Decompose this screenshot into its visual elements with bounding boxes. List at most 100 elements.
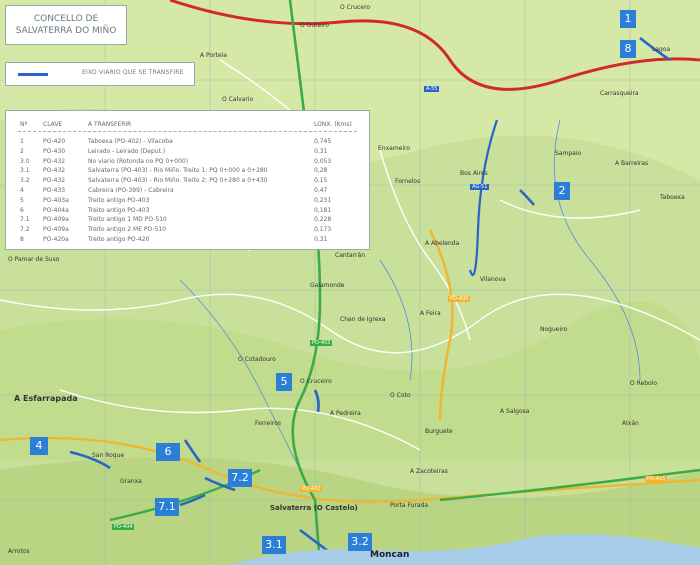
row-description: Leirado - Leirado (Deput.) <box>88 147 166 155</box>
row-clave: PO-432 <box>43 167 66 175</box>
row-length: 0,28 <box>314 167 328 175</box>
place-label: A Barreiras <box>615 160 649 167</box>
row-length: 0,15 <box>314 177 328 185</box>
place-label: O Calvario <box>222 96 254 103</box>
place-label: A Zacoteiras <box>410 468 448 475</box>
place-label: A Portela <box>200 52 227 59</box>
place-label: O Outeiro <box>300 22 329 29</box>
marker-2[interactable]: 2 <box>554 182 570 200</box>
row-length: 0,173 <box>314 226 332 234</box>
row-clave: PO-409a <box>43 226 69 234</box>
marker-7-1[interactable]: 7.1 <box>155 498 179 516</box>
road-label-po400: PO-400 <box>448 296 471 302</box>
row-clave: PO-430 <box>43 147 66 155</box>
transfer-table: Nº CLAVE A TRANSFERIR LONX. (Kms) 1 PO-42… <box>5 110 370 250</box>
row-number: 3.2 <box>20 177 30 185</box>
row-number: 3.0 <box>20 157 30 165</box>
row-clave: PO-420 <box>43 138 66 145</box>
place-label: Cantarrán <box>335 252 366 259</box>
table-divider <box>18 131 357 132</box>
header-clave: CLAVE <box>43 121 63 128</box>
road-label-a55: A-55 <box>424 86 440 92</box>
row-length: 0,228 <box>314 216 332 224</box>
legend-line-swatch <box>18 73 48 76</box>
place-label: A Salgosa <box>500 408 530 415</box>
table-row: 5 PO-403a Treito antigo PO-403 0,231 <box>6 197 369 206</box>
table-row: 6 PO-404a Treito antigo PO-403 0,181 <box>6 207 369 216</box>
road-label-po403: PO-403 <box>310 340 333 346</box>
place-label: Arrotos <box>8 548 30 555</box>
header-transferir: A TRANSFERIR <box>88 121 132 128</box>
row-number: 3.1 <box>20 167 30 175</box>
place-label: Sampaio <box>555 150 582 157</box>
row-description: No viario (Rotonda no PQ 0+000) <box>88 157 189 165</box>
place-label: A Feira <box>420 310 441 317</box>
place-label: Moncan <box>370 550 410 560</box>
row-number: 4 <box>20 187 24 194</box>
place-label: O Coto <box>390 392 411 399</box>
place-label: Vilanova <box>480 276 506 283</box>
marker-5[interactable]: 5 <box>276 373 292 391</box>
row-number: 1 <box>20 138 24 145</box>
road-label-po415: PO-415 <box>645 476 668 482</box>
table-row: 7.1 PO-409a Treito antigo 1 MD PO-510 0,228 <box>6 216 369 225</box>
table-row: 8 PO-420a Treito antigo PO-420 0,31 <box>6 236 369 245</box>
place-label: O Rebolo <box>630 380 658 387</box>
place-label: Lagoa <box>652 46 671 53</box>
marker-7-2[interactable]: 7.2 <box>228 469 252 487</box>
marker-8[interactable]: 8 <box>620 40 636 58</box>
place-label: O Cotadouro <box>238 356 276 363</box>
row-description: Salvaterra (PO-403) - Rio Miño. Treito 1… <box>88 167 268 175</box>
place-label: Granxa <box>120 478 142 485</box>
place-label: O Crucero <box>340 4 371 11</box>
header-number: Nº <box>20 121 28 128</box>
place-label: A Abelenda <box>425 240 460 247</box>
row-description: Cabreira (PO-399) - Cabreira <box>88 187 174 194</box>
row-description: Treito antigo 1 MD PO-510 <box>88 216 167 224</box>
row-length: 0,47 <box>314 187 328 194</box>
row-length: 0,745 <box>314 138 332 145</box>
row-clave: PO-420a <box>43 236 69 243</box>
marker-6[interactable]: 6 <box>156 443 180 461</box>
table-row: 4 PO-433 Cabreira (PO-399) - Cabreira 0,47 <box>6 187 369 196</box>
place-label: Galamonde <box>310 282 345 289</box>
place-label: O Cruceiro <box>300 378 332 385</box>
row-description: Treito antigo PO-403 <box>88 206 150 214</box>
place-label: Taboexa <box>660 194 685 201</box>
row-length: 0,181 <box>314 206 332 214</box>
table-row: 2 PO-430 Leirado - Leirado (Deput.) 0,31 <box>6 148 369 157</box>
row-clave: PO-403a <box>43 196 69 204</box>
marker-1[interactable]: 1 <box>620 10 636 28</box>
place-label: A Pedreira <box>330 410 361 417</box>
legend-label: EIXO VIARIO QUE SE TRANSFIRE <box>82 69 184 76</box>
place-label: Alxán <box>622 420 639 427</box>
row-description: Treito antigo PO-420 <box>88 236 150 243</box>
place-label: A Esfarrapada <box>14 394 78 403</box>
row-number: 5 <box>20 196 24 204</box>
row-length: 0,31 <box>314 236 328 243</box>
place-label: Salvaterra (O Castelo) <box>270 504 358 512</box>
place-label: O Pamar de Suso <box>8 256 60 263</box>
row-length: 0,231 <box>314 196 332 204</box>
marker-3-2[interactable]: 3.2 <box>348 533 372 551</box>
marker-4[interactable]: 4 <box>30 437 48 455</box>
table-row: 7.2 PO-409a Treito antigo 2 ME PO-510 0,173 <box>6 226 369 235</box>
row-clave: PO-432 <box>43 177 66 185</box>
table-row: 3.2 PO-432 Salvaterra (PO-403) - Rio Miño.… <box>6 177 369 186</box>
row-description: Taboexa (PO-402) - Vilacoba <box>88 138 173 145</box>
row-length: 0,053 <box>314 157 332 165</box>
place-label: Chan de Igrexa <box>340 316 386 323</box>
place-label: Carrasqueira <box>600 90 639 97</box>
map-title: CONCELLO DE SALVATERRA DO MIÑO <box>5 5 127 45</box>
marker-3-1[interactable]: 3.1 <box>262 536 286 554</box>
row-number: 6 <box>20 206 24 214</box>
place-label: Burguete <box>425 428 453 435</box>
place-label: Nogueiro <box>540 326 568 333</box>
place-label: San Roque <box>92 452 125 459</box>
row-number: 2 <box>20 147 24 155</box>
row-description: Treito antigo PO-403 <box>88 196 150 204</box>
road-label-ag51: AG-51 <box>470 184 490 190</box>
table-row: 3.0 PO-432 No viario (Rotonda no PQ 0+000)… <box>6 158 369 167</box>
place-label: Enxameiro <box>378 145 411 152</box>
row-number: 7.2 <box>20 226 30 234</box>
